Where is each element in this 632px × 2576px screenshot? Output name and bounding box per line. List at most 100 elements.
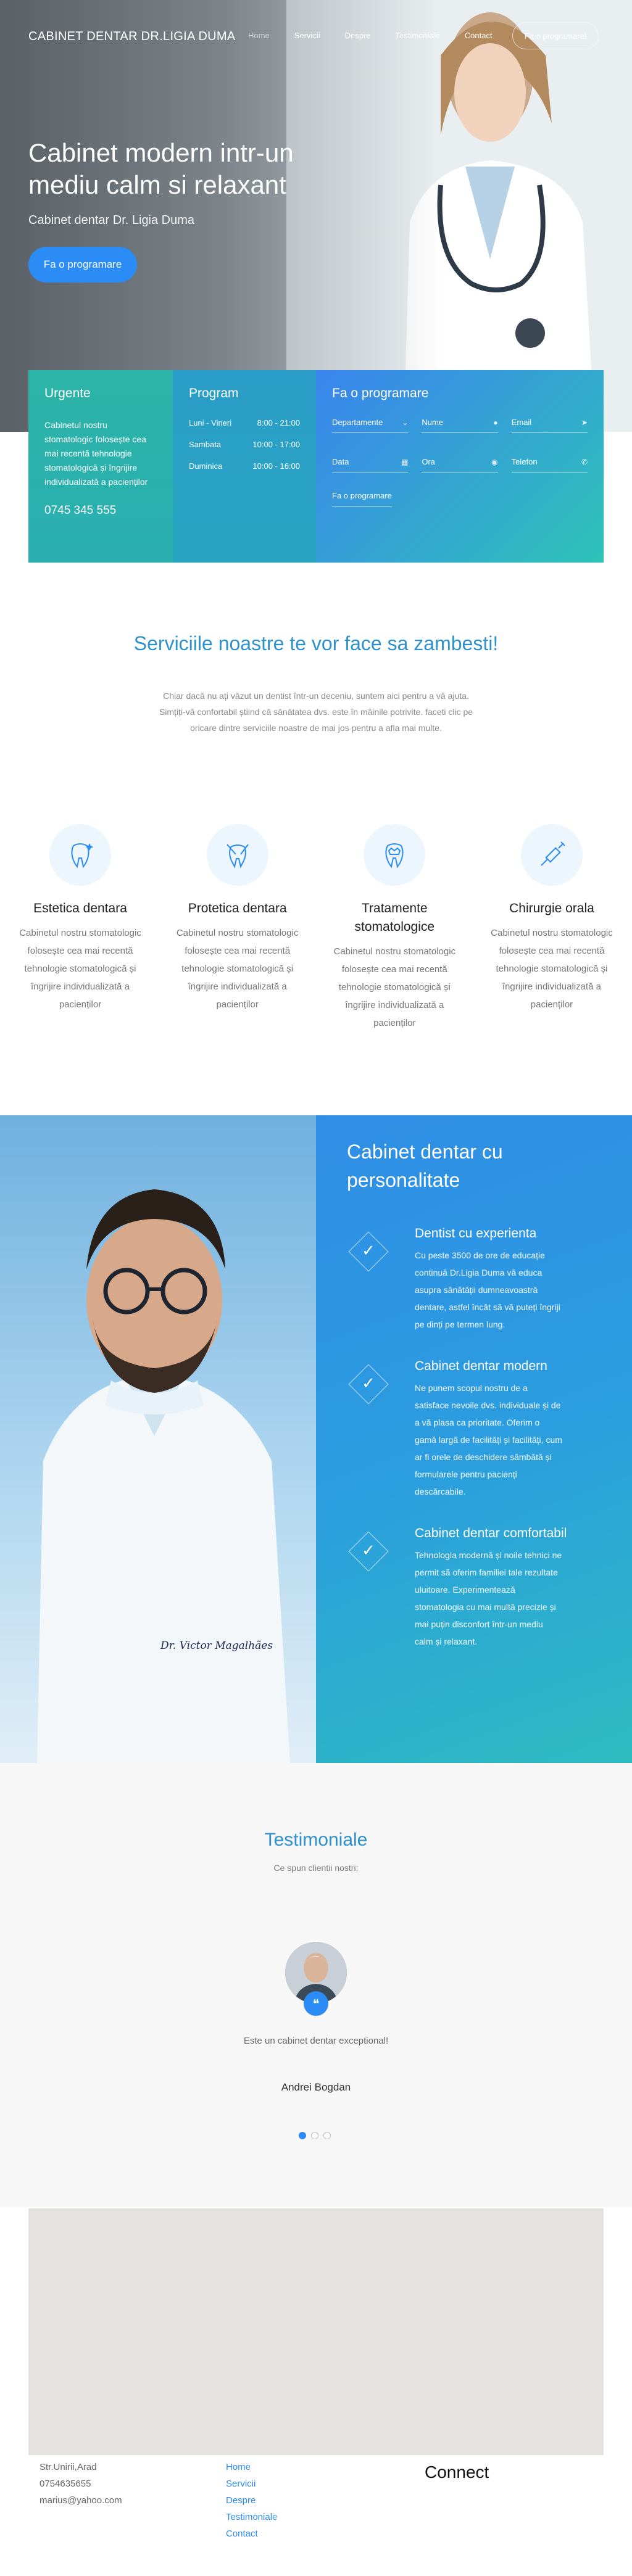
nume-input[interactable]: Nume ● — [422, 412, 498, 433]
send-icon: ➤ — [581, 418, 588, 427]
feature-item: ✓ Dentist cu experienta Cu peste 3500 de… — [347, 1225, 601, 1333]
ora-placeholder: Ora — [422, 457, 435, 466]
phone-icon: ✆ — [581, 457, 588, 466]
service-title: Tratamente stomatologice — [354, 901, 435, 934]
schedule-hours: 10:00 - 16:00 — [252, 461, 300, 471]
address-line: Str.Unirii,Arad — [40, 2462, 97, 2472]
nav-item-despre[interactable]: Despre — [345, 31, 371, 40]
appointment-form-panel: Fa o programare Departamente ⌄ Nume ● Em… — [316, 370, 604, 563]
schedule-hours: 10:00 - 17:00 — [252, 440, 300, 449]
appointment-submit-button[interactable]: Fa o programare — [332, 491, 392, 507]
check-icon: ✓ — [347, 1363, 390, 1406]
service-card[interactable]: Chirurgie orala Cabinetul nostru stomato… — [490, 824, 613, 1032]
service-text: Cabinetul nostru stomatologic folosește … — [491, 928, 613, 1010]
email-placeholder: Email — [511, 418, 532, 427]
feature-text: Tehnologia modernă și noile tehnici ne p… — [415, 1550, 562, 1646]
service-text: Cabinetul nostru stomatologic folosește … — [176, 928, 299, 1010]
syringe-icon — [520, 824, 583, 886]
appointment-form-title: Fa o programare — [332, 386, 429, 400]
carousel-dot[interactable] — [299, 2132, 306, 2139]
chevron-down-icon: ⌄ — [402, 418, 409, 427]
personality-title: Cabinet dentar cu personalitate — [347, 1141, 503, 1191]
feature-text: Cu peste 3500 de ore de educație continu… — [415, 1250, 560, 1329]
footer-links: Home Servicii Despre Testimoniale Contac… — [226, 2459, 277, 2542]
nav-item-contact[interactable]: Contact — [465, 31, 493, 40]
carousel-dot[interactable] — [311, 2132, 318, 2139]
service-title: Estetica dentara — [33, 901, 127, 915]
urgente-text: Cabinetul nostru stomatologic folosește … — [44, 420, 148, 487]
telefon-placeholder: Telefon — [511, 457, 538, 466]
urgente-phone[interactable]: 0745 345 555 — [44, 504, 157, 518]
schedule-day: Sambata — [189, 440, 222, 449]
service-card[interactable]: Estetica dentara Cabinetul nostru stomat… — [19, 824, 142, 1032]
departamente-label: Departamente — [332, 418, 383, 427]
schedule-day: Duminica — [189, 461, 223, 471]
info-bar: Urgente Cabinetul nostru stomatologic fo… — [28, 370, 604, 563]
nav-item-home[interactable]: Home — [248, 31, 270, 40]
email-input[interactable]: Email ➤ — [511, 412, 588, 433]
footer: Str.Unirii,Arad 0754635655 marius@yahoo.… — [0, 2459, 632, 2576]
footer-link-contact[interactable]: Contact — [226, 2525, 277, 2542]
service-card[interactable]: Protetica dentara Cabinetul nostru stoma… — [176, 824, 299, 1032]
brand-logo-text[interactable]: CABINET DENTAR DR.LIGIA DUMA — [28, 30, 236, 44]
personality-section: Dr. Victor Magalhães Cabinet dentar cu p… — [0, 1115, 632, 1763]
service-text: Cabinetul nostru stomatologic folosește … — [333, 946, 456, 1028]
data-input[interactable]: Data ▦ — [332, 452, 409, 473]
testimonial-author: Andrei Bogdan — [281, 2081, 351, 2093]
ora-input[interactable]: Ora ◉ — [422, 452, 498, 473]
urgente-title: Urgente — [44, 386, 91, 400]
schedule-row: Sambata 10:00 - 17:00 — [189, 440, 300, 449]
calendar-icon: ▦ — [401, 457, 409, 466]
phone-line: 0754635655 — [40, 2479, 91, 2489]
check-icon: ✓ — [347, 1530, 390, 1573]
data-placeholder: Data — [332, 457, 349, 466]
footer-link-testimoniale[interactable]: Testimoniale — [226, 2509, 277, 2525]
service-title: Chirurgie orala — [509, 901, 594, 915]
tooth-sparkle-icon — [49, 824, 111, 886]
departamente-select[interactable]: Departamente ⌄ — [332, 412, 409, 433]
telefon-input[interactable]: Telefon ✆ — [511, 452, 588, 473]
appointment-form: Departamente ⌄ Nume ● Email ➤ Data ▦ Ora… — [332, 412, 588, 473]
footer-link-home[interactable]: Home — [226, 2459, 277, 2475]
dental-tools-icon — [206, 824, 268, 886]
nume-placeholder: Nume — [422, 418, 444, 427]
check-icon: ✓ — [347, 1230, 390, 1273]
schedule-row: Duminica 10:00 - 16:00 — [189, 461, 300, 471]
service-text: Cabinetul nostru stomatologic folosește … — [19, 928, 141, 1010]
coat-embroidery-text: Dr. Victor Magalhães — [160, 1640, 273, 1652]
hero-subtitle: Cabinet dentar Dr. Ligia Duma — [28, 213, 195, 227]
email-line: marius@yahoo.com — [40, 2495, 122, 2506]
service-card[interactable]: Tratamente stomatologice Cabinetul nostr… — [333, 824, 456, 1032]
feature-text: Ne punem scopul nostru de a satisface ne… — [415, 1383, 562, 1496]
carousel-dot[interactable] — [323, 2132, 331, 2139]
nav-menu: Home Servicii Despre Testimoniale Contac… — [248, 31, 517, 40]
program-panel: Program Luni - Vineri 8:00 - 21:00 Samba… — [173, 370, 316, 563]
carousel-dots — [299, 2132, 331, 2139]
quote-icon: ❝ — [304, 1991, 328, 2016]
schedule-day: Luni - Vineri — [189, 418, 232, 427]
program-title: Program — [189, 386, 239, 400]
hero-appointment-button[interactable]: Fa o programare — [28, 247, 137, 283]
dentist-photo: Dr. Victor Magalhães — [0, 1115, 316, 1763]
nav-appointment-button[interactable]: Fa o programare! — [512, 22, 599, 49]
personality-panel: Cabinet dentar cu personalitate ✓ Dentis… — [316, 1115, 632, 1763]
top-nav: CABINET DENTAR DR.LIGIA DUMA Home Servic… — [0, 0, 632, 74]
map-embed[interactable] — [28, 2208, 604, 2455]
clock-icon: ◉ — [491, 457, 498, 466]
footer-link-servicii[interactable]: Servicii — [226, 2475, 277, 2492]
footer-address: Str.Unirii,Arad 0754635655 marius@yahoo.… — [40, 2459, 122, 2509]
services-list: Estetica dentara Cabinetul nostru stomat… — [19, 824, 613, 1032]
testimonials-subtitle: Ce spun clientii nostri: — [273, 1863, 359, 1873]
testimonials-section: Testimoniale Ce spun clientii nostri: ❝ … — [0, 1763, 632, 2207]
testimonials-title: Testimoniale — [264, 1830, 368, 1850]
tooth-crown-icon — [364, 824, 426, 886]
nav-item-testimoniale[interactable]: Testimoniale — [396, 31, 440, 40]
feature-title: Cabinet dentar modern — [415, 1359, 547, 1373]
user-icon: ● — [493, 418, 498, 427]
services-title: Serviciile noastre te vor face sa zambes… — [133, 632, 499, 654]
nav-item-servicii[interactable]: Servicii — [294, 31, 320, 40]
urgente-panel: Urgente Cabinetul nostru stomatologic fo… — [28, 370, 173, 563]
footer-link-despre[interactable]: Despre — [226, 2492, 277, 2509]
feature-title: Cabinet dentar comfortabil — [415, 1526, 567, 1540]
feature-title: Dentist cu experienta — [415, 1226, 537, 1241]
